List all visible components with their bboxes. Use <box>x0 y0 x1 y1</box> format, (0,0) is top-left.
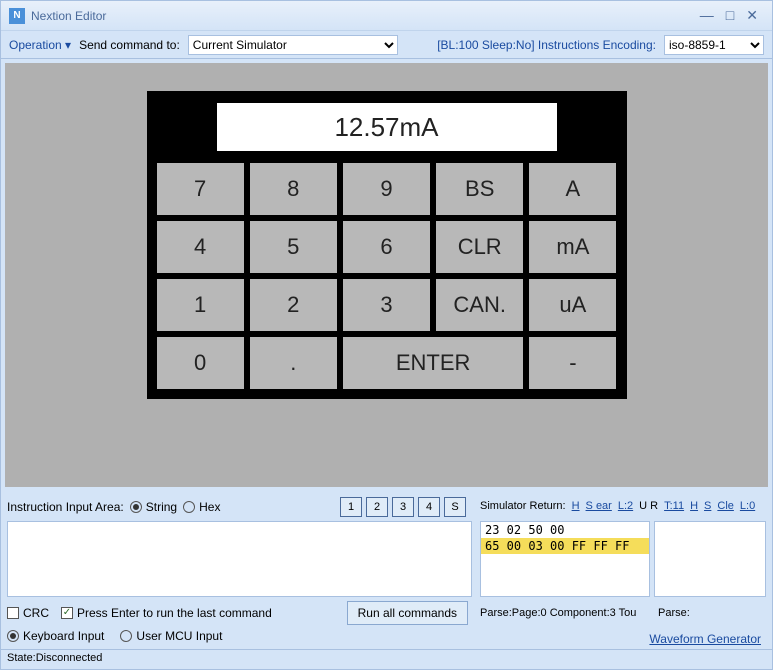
parse-left: Parse:Page:0 Component:3 Tou <box>480 607 650 619</box>
send-to-label: Send command to: <box>79 38 180 52</box>
ret-link-h2[interactable]: H <box>690 500 698 512</box>
status-bar: State:Disconnected <box>1 649 772 669</box>
minimize-button[interactable]: — <box>700 7 714 24</box>
key-0[interactable]: 0 <box>157 337 244 389</box>
radio-dot-icon <box>7 630 19 642</box>
radio-dot-icon <box>130 501 142 513</box>
window-title: Nextion Editor <box>31 9 700 23</box>
key-clr[interactable]: CLR <box>436 221 523 273</box>
key-4[interactable]: 4 <box>157 221 244 273</box>
sim-return-label: Simulator Return: <box>480 500 566 512</box>
key-bs[interactable]: BS <box>436 163 523 215</box>
close-button[interactable]: ✕ <box>746 7 758 24</box>
encoding-select[interactable]: iso-8859-1 <box>664 35 764 55</box>
key-2[interactable]: 2 <box>250 279 337 331</box>
checkbox-icon <box>61 607 73 619</box>
key-7[interactable]: 7 <box>157 163 244 215</box>
radio-user-mcu[interactable]: User MCU Input <box>120 629 222 643</box>
simulator-area: 12.57mA 7 8 9 BS A 4 5 6 CLR mA 1 2 3 CA… <box>5 63 768 487</box>
parse-right: Parse: <box>658 607 690 619</box>
preset-1[interactable]: 1 <box>340 497 362 517</box>
preset-s[interactable]: S <box>444 497 466 517</box>
send-to-select[interactable]: Current Simulator <box>188 35 398 55</box>
key-minus[interactable]: - <box>529 337 616 389</box>
return-line: 23 02 50 00 <box>481 522 649 538</box>
checkbox-icon <box>7 607 19 619</box>
ret-link-ur: U R <box>639 500 658 512</box>
radio-dot-icon <box>120 630 132 642</box>
key-6[interactable]: 6 <box>343 221 430 273</box>
key-3[interactable]: 3 <box>343 279 430 331</box>
return-box-left[interactable]: 23 02 50 00 65 00 03 00 FF FF FF <box>480 521 650 597</box>
operation-menu[interactable]: Operation ▾ <box>9 38 71 52</box>
preset-3[interactable]: 3 <box>392 497 414 517</box>
return-line-highlight: 65 00 03 00 FF FF FF <box>481 538 649 554</box>
key-1[interactable]: 1 <box>157 279 244 331</box>
calc-display: 12.57mA <box>217 103 557 151</box>
radio-keyboard-input[interactable]: Keyboard Input <box>7 629 104 643</box>
preset-4[interactable]: 4 <box>418 497 440 517</box>
ret-link-l0[interactable]: L:0 <box>740 500 755 512</box>
key-dot[interactable]: . <box>250 337 337 389</box>
key-a[interactable]: A <box>529 163 616 215</box>
key-5[interactable]: 5 <box>250 221 337 273</box>
ret-link-h[interactable]: H <box>572 500 580 512</box>
key-9[interactable]: 9 <box>343 163 430 215</box>
instruction-input[interactable] <box>7 521 472 597</box>
key-ua[interactable]: uA <box>529 279 616 331</box>
key-ma[interactable]: mA <box>529 221 616 273</box>
app-icon: N <box>9 8 25 24</box>
crc-checkbox[interactable]: CRC <box>7 606 49 620</box>
ret-link-cle[interactable]: Cle <box>717 500 734 512</box>
return-box-right[interactable] <box>654 521 766 597</box>
titlebar: N Nextion Editor — □ ✕ <box>1 1 772 31</box>
bracket-info: [BL:100 Sleep:No] Instructions Encoding: <box>437 38 656 52</box>
ret-link-l2[interactable]: L:2 <box>618 500 633 512</box>
radio-dot-icon <box>183 501 195 513</box>
press-enter-checkbox[interactable]: Press Enter to run the last command <box>61 606 272 620</box>
ret-link-s2[interactable]: S <box>704 500 711 512</box>
preset-2[interactable]: 2 <box>366 497 388 517</box>
toolbar: Operation ▾ Send command to: Current Sim… <box>1 31 772 59</box>
key-8[interactable]: 8 <box>250 163 337 215</box>
maximize-button[interactable]: □ <box>726 7 734 24</box>
radio-string[interactable]: String <box>130 500 177 514</box>
calculator: 12.57mA 7 8 9 BS A 4 5 6 CLR mA 1 2 3 CA… <box>147 91 627 399</box>
key-enter[interactable]: ENTER <box>343 337 523 389</box>
run-all-button[interactable]: Run all commands <box>347 601 468 625</box>
radio-hex[interactable]: Hex <box>183 500 220 514</box>
waveform-generator-link[interactable]: Waveform Generator <box>649 632 761 646</box>
key-can[interactable]: CAN. <box>436 279 523 331</box>
input-area-label: Instruction Input Area: <box>7 500 124 514</box>
ret-link-sear[interactable]: S ear <box>586 500 612 512</box>
ret-link-t11[interactable]: T:11 <box>664 500 684 512</box>
